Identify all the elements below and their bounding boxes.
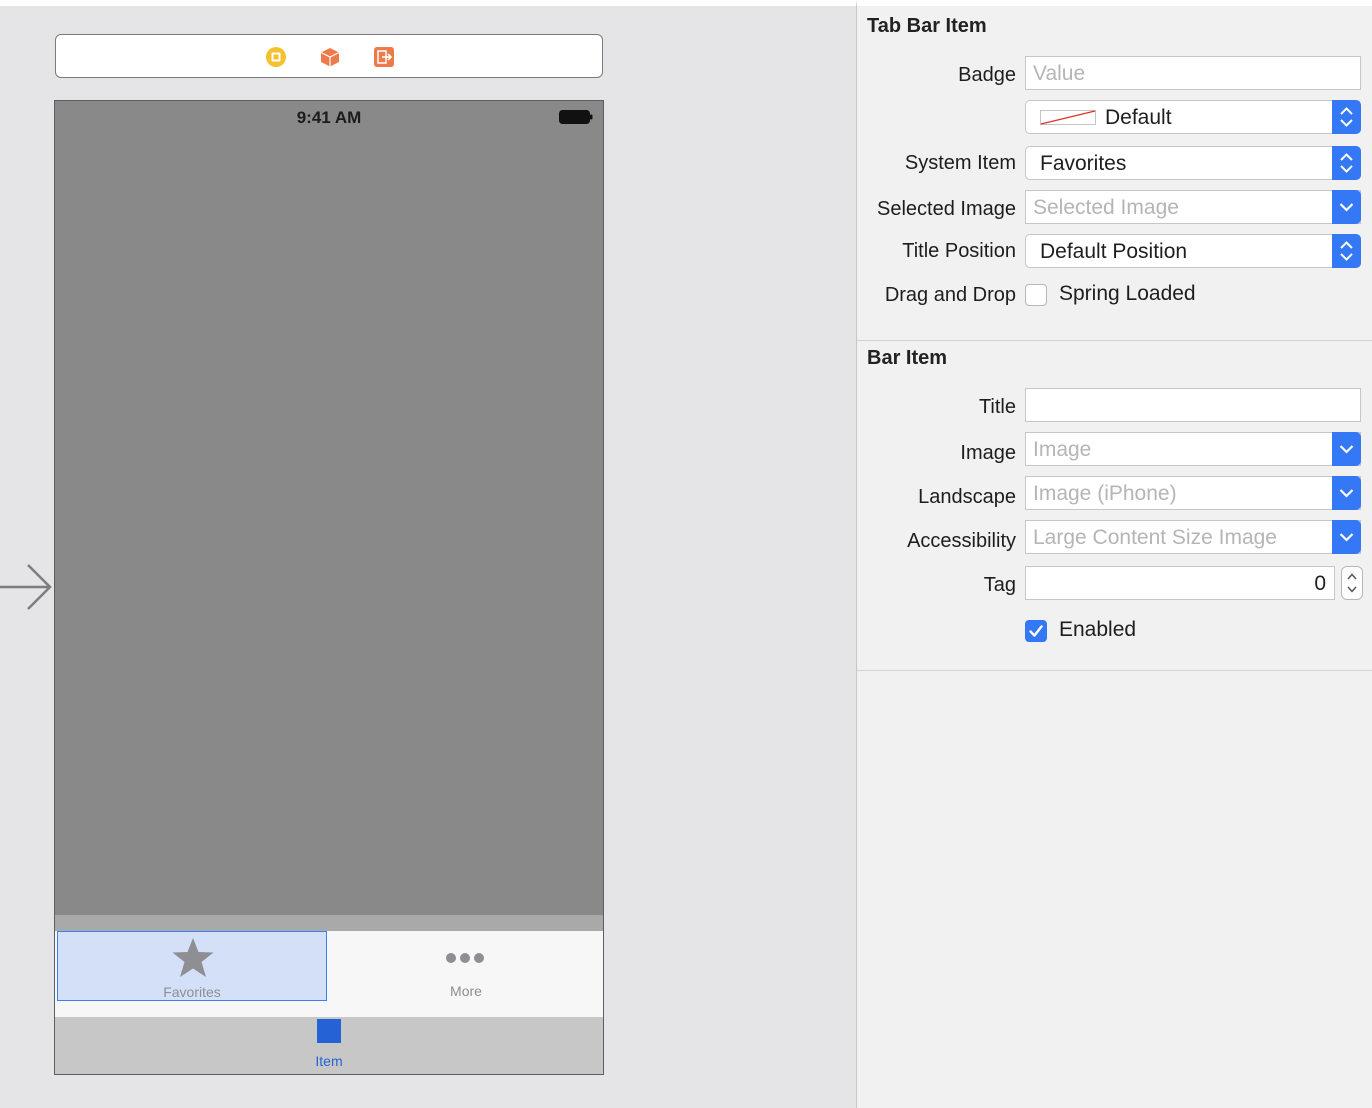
landscape-combo[interactable]: Image (iPhone): [1025, 476, 1361, 510]
chevron-up-down-icon: [1340, 241, 1353, 261]
no-color-swatch-icon: [1040, 110, 1096, 125]
tab-bar-item-section: Tab Bar Item Badge Value Default System …: [857, 6, 1372, 341]
tab-label-favorites: Favorites: [163, 984, 221, 1000]
tag-value: 0: [1314, 572, 1326, 595]
checkmark-icon: [1029, 625, 1043, 637]
more-icon: [446, 953, 484, 963]
badge-field[interactable]: Value: [1025, 56, 1361, 90]
title-position-stepper[interactable]: [1332, 234, 1361, 268]
scene-dock: [55, 34, 603, 78]
selected-image-dropdown[interactable]: [1332, 190, 1361, 224]
badge-placeholder: Value: [1033, 62, 1086, 85]
landscape-dropdown[interactable]: [1332, 476, 1361, 510]
bar-item-section: Bar Item Title Image Image Landscape Ima…: [857, 340, 1372, 671]
exit-icon[interactable]: [373, 46, 395, 68]
square-item-icon: [317, 1019, 341, 1043]
image-placeholder: Image: [1033, 438, 1092, 461]
badge-color-popup[interactable]: Default: [1025, 100, 1361, 134]
image-combo[interactable]: Image: [1025, 432, 1361, 466]
section-title-tab-bar-item: Tab Bar Item: [867, 15, 987, 37]
enabled-checkbox[interactable]: [1025, 620, 1047, 642]
landscape-label: Landscape: [918, 486, 1016, 508]
chevron-up-down-icon: [1347, 573, 1357, 593]
system-item-label: System Item: [904, 152, 1016, 174]
view-controller-icon[interactable]: [265, 46, 287, 68]
tab-label-item: Item: [315, 1053, 343, 1069]
entry-point-arrow-icon[interactable]: [0, 562, 54, 612]
tab-more[interactable]: More: [329, 931, 603, 1001]
system-item-value: Favorites: [1040, 152, 1127, 175]
tag-field[interactable]: 0: [1025, 566, 1335, 600]
tag-stepper[interactable]: [1341, 566, 1363, 600]
title-field[interactable]: [1025, 388, 1361, 422]
tab-label-more: More: [450, 983, 482, 999]
drag-and-drop-label: Drag and Drop: [884, 284, 1016, 306]
selected-image-combo[interactable]: Selected Image: [1025, 190, 1361, 224]
accessibility-placeholder: Large Content Size Image: [1033, 526, 1277, 549]
chevron-down-icon: [1339, 489, 1354, 498]
badge-color-value: Default: [1105, 106, 1172, 129]
star-icon: [172, 938, 214, 977]
selected-image-placeholder: Selected Image: [1033, 196, 1179, 219]
image-dropdown[interactable]: [1332, 432, 1361, 466]
section-title-bar-item: Bar Item: [867, 347, 948, 369]
battery-icon: [559, 110, 593, 124]
enabled-label: Enabled: [1059, 618, 1137, 641]
chevron-down-icon: [1339, 203, 1354, 212]
tab-bar-top-strip: [55, 915, 603, 931]
tab-favorites[interactable]: Favorites: [57, 931, 327, 1001]
chevron-down-icon: [1339, 445, 1354, 454]
accessibility-dropdown[interactable]: [1332, 520, 1361, 554]
chevron-down-icon: [1339, 533, 1354, 542]
chevron-up-down-icon: [1340, 107, 1353, 127]
badge-color-stepper[interactable]: [1332, 100, 1361, 134]
selected-image-label: Selected Image: [877, 198, 1016, 220]
iphone-scene[interactable]: 9:41 AM Favorites More Item: [54, 100, 604, 1075]
tag-label: Tag: [983, 574, 1016, 596]
system-item-popup[interactable]: Favorites: [1025, 146, 1361, 180]
accessibility-label: Accessibility: [907, 530, 1016, 552]
storyboard-canvas[interactable]: 9:41 AM Favorites More Item: [0, 0, 856, 1108]
spring-loaded-checkbox[interactable]: [1025, 284, 1047, 306]
chevron-up-down-icon: [1340, 153, 1353, 173]
landscape-placeholder: Image (iPhone): [1033, 482, 1177, 505]
spring-loaded-label: Spring Loaded: [1059, 282, 1196, 305]
system-item-stepper[interactable]: [1332, 146, 1361, 180]
accessibility-combo[interactable]: Large Content Size Image: [1025, 520, 1361, 554]
tab-bar: Favorites More: [55, 931, 603, 1018]
image-label: Image: [960, 442, 1016, 464]
title-position-label: Title Position: [902, 240, 1016, 262]
tab-bar-item-preview[interactable]: Item: [55, 1017, 603, 1074]
badge-label: Badge: [958, 64, 1016, 86]
title-label: Title: [978, 396, 1016, 418]
first-responder-icon[interactable]: [319, 46, 341, 68]
title-position-value: Default Position: [1040, 240, 1188, 263]
status-bar-time: 9:41 AM: [296, 108, 362, 127]
title-position-popup[interactable]: Default Position: [1025, 234, 1361, 268]
attributes-inspector: Tab Bar Item Badge Value Default System …: [856, 0, 1372, 1108]
